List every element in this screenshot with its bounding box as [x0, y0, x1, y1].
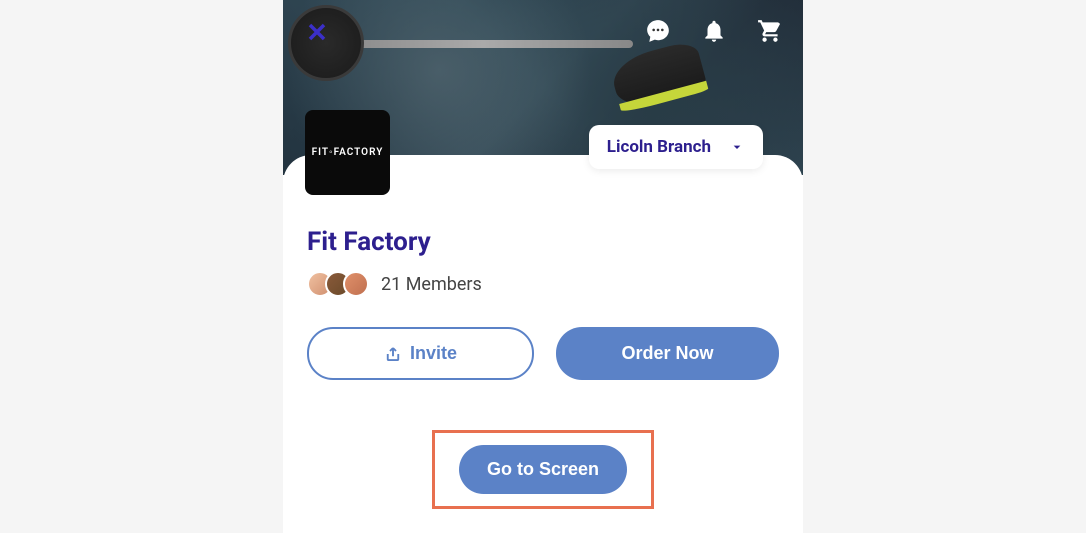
bell-icon — [701, 18, 727, 44]
notifications-button[interactable] — [701, 18, 727, 48]
members-info: 21 Members — [307, 271, 779, 297]
app-screen: FIT◦FACTORY Licoln Branch Fit Factory 21… — [283, 0, 803, 533]
chat-button[interactable] — [645, 18, 671, 48]
barbell-graphic — [333, 40, 633, 48]
chat-icon — [645, 18, 671, 44]
cart-icon — [757, 18, 783, 44]
branch-label: Licoln Branch — [607, 137, 711, 157]
action-buttons: Invite Order Now — [307, 327, 779, 380]
order-now-button[interactable]: Order Now — [556, 327, 779, 380]
invite-label: Invite — [410, 343, 457, 364]
invite-button[interactable]: Invite — [307, 327, 534, 380]
avatar — [343, 271, 369, 297]
close-icon — [303, 18, 331, 46]
members-count: 21 Members — [381, 274, 482, 295]
chevron-down-icon — [729, 139, 745, 155]
logo-text: FIT◦FACTORY — [312, 147, 384, 158]
content-card: FIT◦FACTORY Licoln Branch Fit Factory 21… — [283, 155, 803, 533]
order-label: Order Now — [621, 343, 713, 364]
go-to-screen-label: Go to Screen — [487, 459, 599, 479]
shoe-graphic — [608, 39, 708, 111]
highlighted-action: Go to Screen — [432, 430, 654, 509]
business-logo: FIT◦FACTORY — [305, 110, 390, 195]
go-to-screen-button[interactable]: Go to Screen — [459, 445, 627, 494]
share-icon — [384, 345, 402, 363]
branch-selector[interactable]: Licoln Branch — [589, 125, 763, 169]
member-avatars — [307, 271, 369, 297]
cart-button[interactable] — [757, 18, 783, 48]
close-button[interactable] — [303, 18, 331, 50]
page-title: Fit Factory — [307, 227, 779, 257]
header-actions — [645, 18, 783, 48]
